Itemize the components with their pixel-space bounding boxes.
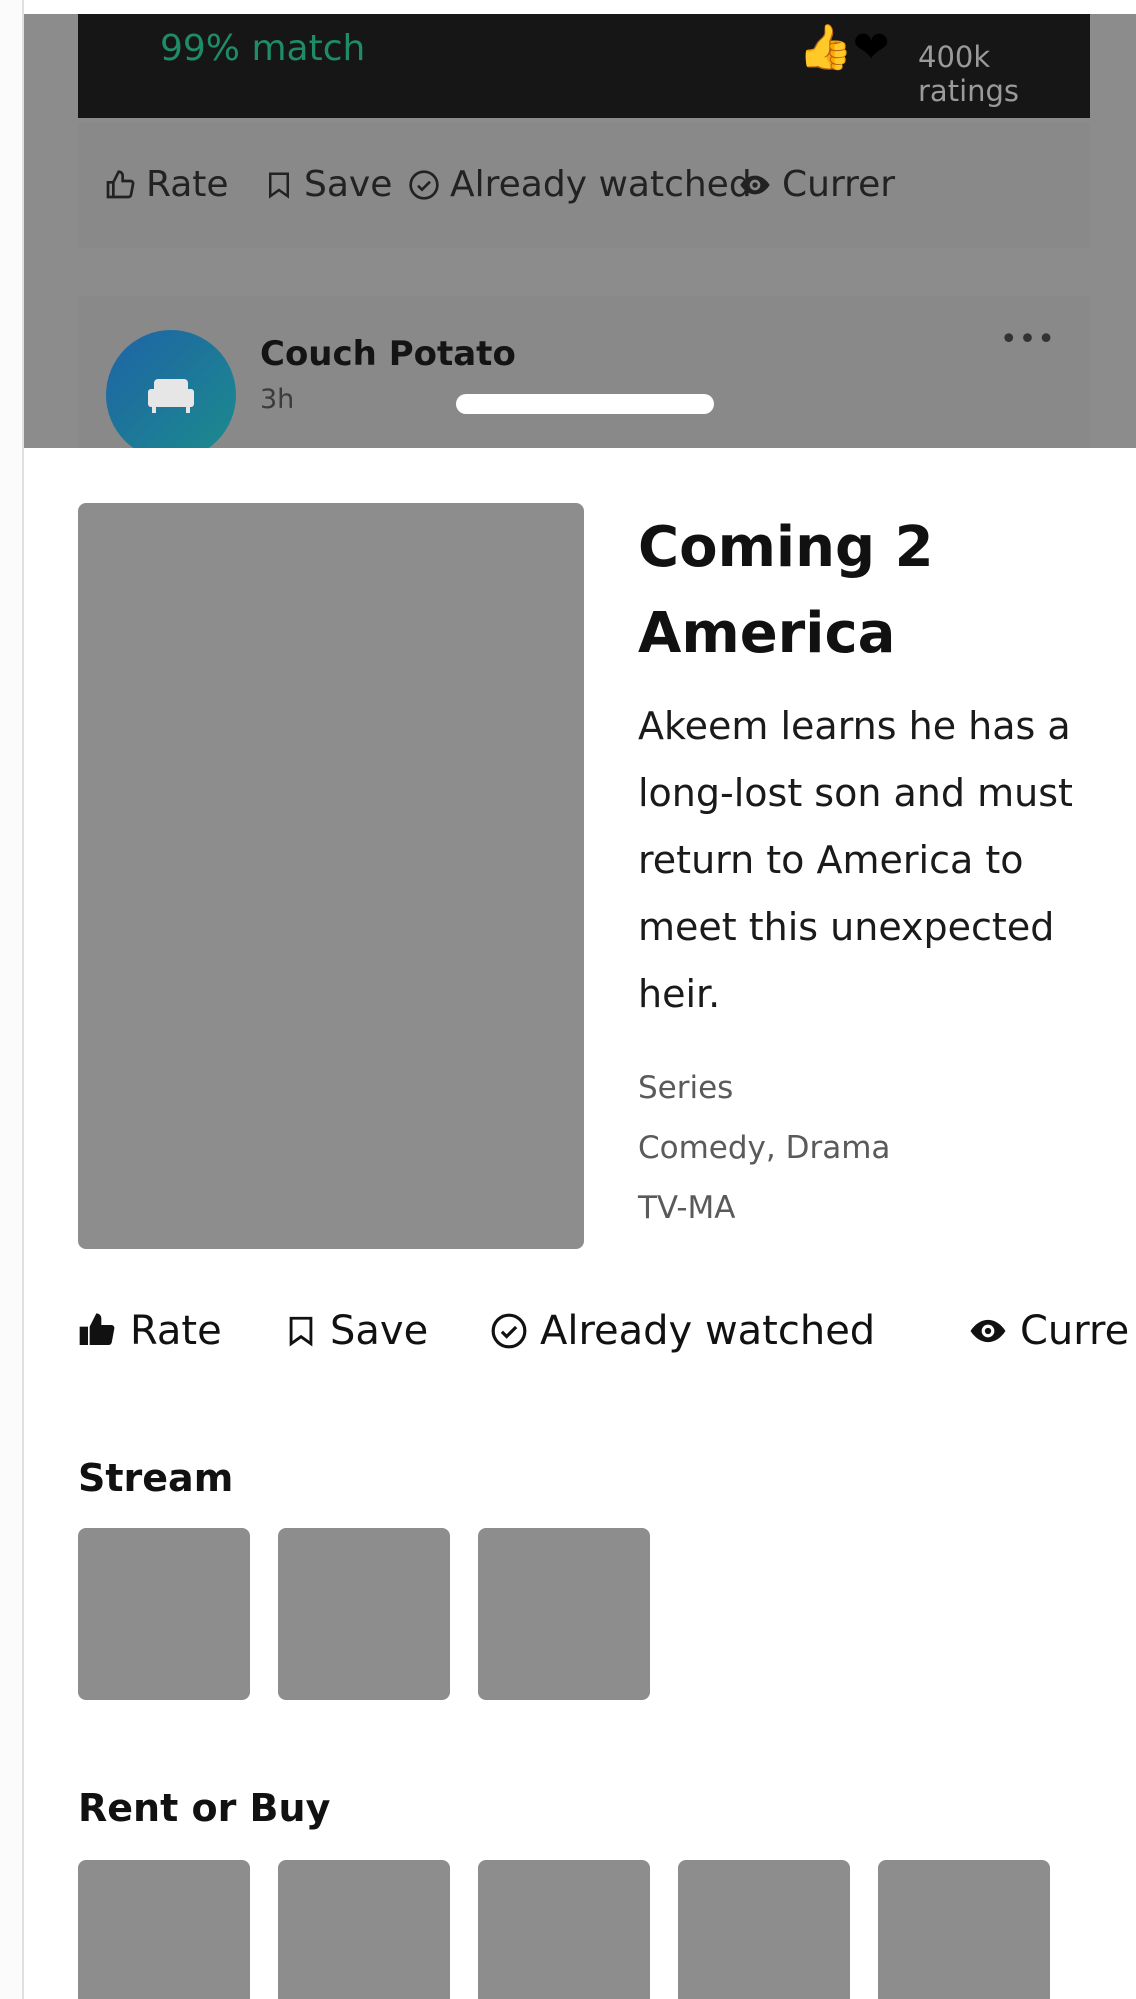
couch-icon xyxy=(148,379,194,413)
action-bar: Rate Save Already watched Curre xyxy=(78,1308,1136,1368)
thumbs-up-filled-icon xyxy=(79,1313,115,1345)
post-author: Couch Potato xyxy=(260,334,516,374)
stream-section-title: Stream xyxy=(78,1456,234,1500)
already-watched-label: Already watched xyxy=(540,1308,876,1354)
save-label: Save xyxy=(330,1308,429,1354)
stream-provider-tile[interactable] xyxy=(478,1528,650,1700)
title-description: Akeem learns he has a long-lost son and … xyxy=(638,704,1073,1016)
title-rating: TV-MA xyxy=(638,1190,736,1226)
title-genres: Comedy, Drama xyxy=(638,1130,891,1166)
match-percentage: 99% match xyxy=(160,28,366,69)
bg-rate-label: Rate xyxy=(146,164,229,205)
bookmark-icon xyxy=(289,1316,313,1347)
thumbs-up-outline-icon xyxy=(106,170,135,199)
ratings-count: 400k ratings xyxy=(918,40,1020,108)
reaction-emoji-icon: 👍❤ xyxy=(798,22,890,73)
title-heading: Coming 2 America xyxy=(638,515,934,666)
rent-or-buy-section-title: Rent or Buy xyxy=(78,1786,331,1830)
title-type: Series xyxy=(638,1070,734,1106)
more-options-icon[interactable]: ••• xyxy=(1000,322,1056,357)
bg-save-button[interactable]: Save xyxy=(264,164,392,205)
rent-provider-tile[interactable] xyxy=(78,1860,250,1999)
background-feed: 99% match 👍❤ 400k ratings Rate Save Alre… xyxy=(24,14,1136,448)
save-button[interactable]: Save xyxy=(284,1308,428,1354)
rent-provider-tile[interactable] xyxy=(278,1860,450,1999)
bg-already-watched-button[interactable]: Already watched xyxy=(408,164,752,205)
window-edge xyxy=(0,0,24,1999)
rent-provider-tile[interactable] xyxy=(878,1860,1050,1999)
check-circle-icon xyxy=(491,1313,527,1349)
rate-label: Rate xyxy=(130,1308,222,1354)
stream-provider-tile[interactable] xyxy=(78,1528,250,1700)
background-action-bar: Rate Save Already watched Currer xyxy=(78,122,1090,248)
bg-rate-button[interactable]: Rate xyxy=(104,164,229,205)
sheet-drag-handle[interactable] xyxy=(456,394,714,414)
bg-already-watched-label: Already watched xyxy=(450,164,752,205)
post-time: 3h xyxy=(260,384,295,415)
title-detail-sheet: Coming 2 America Akeem learns he has a l… xyxy=(24,448,1136,1999)
avatar[interactable] xyxy=(106,330,236,448)
currently-watching-button[interactable]: Curre xyxy=(968,1308,1129,1354)
rate-button[interactable]: Rate xyxy=(78,1308,222,1354)
bg-save-label: Save xyxy=(304,164,393,205)
check-circle-icon xyxy=(409,170,439,200)
background-post-card: Couch Potato 3h ••• xyxy=(78,296,1090,448)
poster-image xyxy=(78,503,584,1249)
stream-provider-tile[interactable] xyxy=(278,1528,450,1700)
bg-currently-watching-label: Currer xyxy=(782,164,896,205)
currently-watching-label: Curre xyxy=(1020,1308,1130,1354)
eye-icon xyxy=(740,175,770,195)
bg-currently-watching-button[interactable]: Currer xyxy=(738,164,895,205)
rent-provider-tile[interactable] xyxy=(478,1860,650,1999)
eye-icon xyxy=(970,1319,1006,1343)
app-frame: 99% match 👍❤ 400k ratings Rate Save Alre… xyxy=(0,0,1136,1999)
rent-provider-tile[interactable] xyxy=(678,1860,850,1999)
already-watched-button[interactable]: Already watched xyxy=(490,1308,875,1354)
hero-card-footer: 99% match 👍❤ 400k ratings xyxy=(78,14,1090,118)
bookmark-icon xyxy=(269,172,289,199)
